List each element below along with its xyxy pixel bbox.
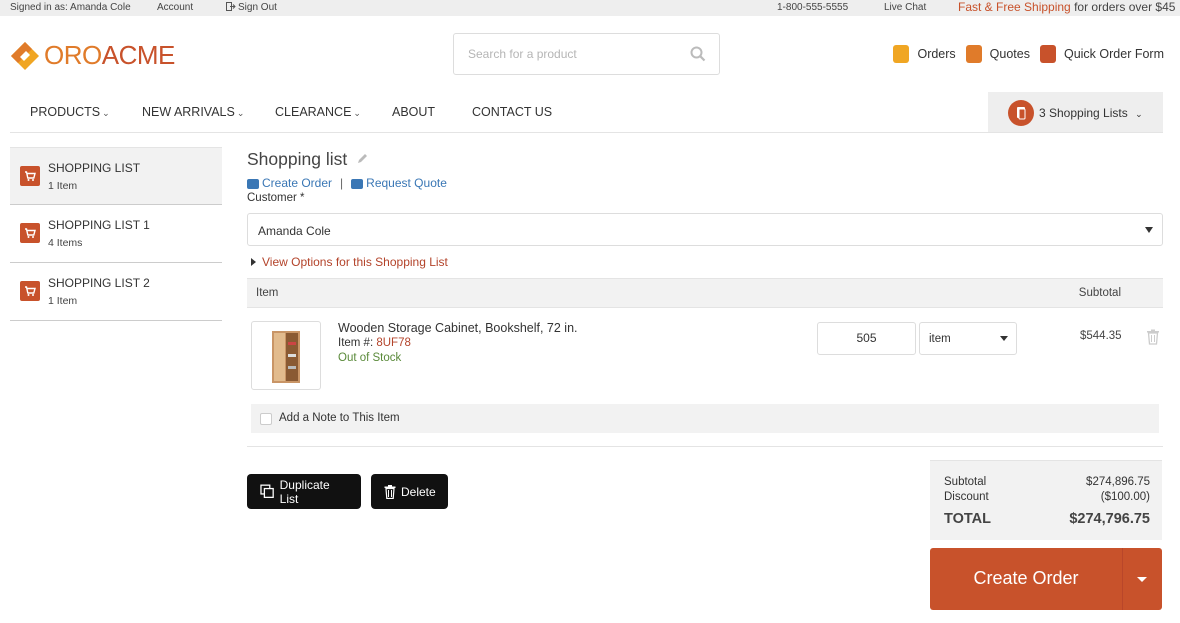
product-image[interactable] bbox=[251, 321, 321, 390]
sign-out-link[interactable]: Sign Out bbox=[226, 2, 277, 13]
stock-status: Out of Stock bbox=[338, 352, 402, 364]
nav-clearance[interactable]: CLEARANCE ⌄ bbox=[275, 105, 361, 119]
signed-in-text: Signed in as: Amanda Cole bbox=[10, 2, 131, 13]
customer-label: Customer * bbox=[247, 192, 305, 204]
orders-link[interactable]: Orders bbox=[893, 45, 956, 63]
orders-icon bbox=[893, 45, 910, 63]
sidebar-item-label: SHOPPING LIST bbox=[48, 161, 141, 175]
discount-label: Discount bbox=[944, 491, 989, 503]
search-icon[interactable] bbox=[690, 46, 706, 62]
create-order-link[interactable]: Create Order bbox=[247, 176, 332, 190]
shopping-lists-dropdown[interactable]: 3 Shopping Lists ⌄ bbox=[988, 92, 1163, 132]
cart-icon bbox=[20, 223, 40, 243]
product-sku: Item #: 8UF78 bbox=[338, 337, 411, 349]
quotes-icon bbox=[965, 45, 982, 63]
customer-select[interactable]: Amanda Cole bbox=[247, 213, 1163, 246]
nav-contact-us[interactable]: CONTACT US bbox=[472, 105, 552, 119]
column-header-item: Item bbox=[256, 287, 279, 299]
separator: | bbox=[340, 176, 344, 190]
duplicate-list-button[interactable]: Duplicate List bbox=[247, 474, 361, 509]
caret-right-icon bbox=[251, 258, 256, 266]
line-subtotal: $544.35 bbox=[1080, 330, 1122, 342]
view-options-toggle[interactable]: View Options for this Shopping List bbox=[251, 255, 448, 269]
delete-button[interactable]: Delete bbox=[371, 474, 448, 509]
logo-text: OROACME bbox=[44, 40, 175, 70]
quantity-input[interactable]: 505 bbox=[817, 322, 916, 355]
sidebar-item-count: 1 Item bbox=[48, 295, 78, 307]
chevron-down-icon: ⌄ bbox=[353, 108, 361, 118]
divider bbox=[247, 446, 1163, 447]
live-chat-link[interactable]: Live Chat bbox=[884, 2, 926, 13]
phone-number: 1-800-555-5555 bbox=[777, 2, 849, 13]
order-totals: Subtotal $274,896.75 Discount ($100.00) TO… bbox=[930, 460, 1162, 540]
sidebar-item-label: SHOPPING LIST 1 bbox=[48, 218, 150, 232]
add-note-row: Add a Note to This Item bbox=[251, 404, 1159, 433]
trash-icon bbox=[384, 484, 396, 499]
search-input[interactable] bbox=[468, 47, 678, 61]
copy-icon bbox=[260, 484, 274, 498]
edit-pencil-icon[interactable] bbox=[356, 152, 369, 165]
total-value: $274,796.75 bbox=[1069, 511, 1150, 527]
subtotal-label: Subtotal bbox=[944, 476, 987, 488]
chevron-down-icon: ⌄ bbox=[236, 108, 245, 118]
total-label: TOTAL bbox=[944, 511, 991, 527]
sidebar-item-shopping-list-1[interactable]: SHOPPING LIST 1 4 Items bbox=[10, 205, 222, 263]
logo-mark-icon bbox=[11, 41, 39, 70]
sign-out-icon bbox=[226, 2, 236, 11]
create-order-split-button: Create Order bbox=[930, 548, 1162, 610]
add-note-label[interactable]: Add a Note to This Item bbox=[279, 412, 400, 424]
shopping-list-icon bbox=[1008, 100, 1034, 126]
cart-icon bbox=[20, 166, 40, 186]
list-actions: Create Order | Request Quote bbox=[247, 176, 447, 190]
chevron-down-icon: ⌄ bbox=[102, 108, 110, 118]
request-quote-link[interactable]: Request Quote bbox=[351, 176, 447, 190]
sidebar-item-label: SHOPPING LIST 2 bbox=[48, 276, 150, 290]
sidebar-item-count: 4 Items bbox=[48, 237, 83, 249]
quotes-link[interactable]: Quotes bbox=[965, 45, 1030, 63]
sidebar-item-count: 1 Item bbox=[48, 180, 78, 192]
nav-about[interactable]: ABOUT bbox=[392, 105, 435, 119]
quick-order-icon bbox=[1039, 45, 1056, 63]
nav-products[interactable]: PRODUCTS ⌄ bbox=[30, 105, 110, 119]
caret-down-icon bbox=[1145, 227, 1153, 233]
shopping-lists-sidebar: SHOPPING LIST 1 Item SHOPPING LIST 1 4 I… bbox=[10, 147, 222, 321]
top-bar: Signed in as: Amanda Cole Account Sign O… bbox=[0, 0, 1180, 16]
sidebar-item-shopping-list-2[interactable]: SHOPPING LIST 2 1 Item bbox=[10, 263, 222, 321]
subtotal-value: $274,896.75 bbox=[1086, 476, 1150, 488]
header-links: Orders Quotes Quick Order Form bbox=[893, 45, 1164, 63]
create-order-button[interactable]: Create Order bbox=[930, 568, 1122, 589]
column-header-subtotal: Subtotal bbox=[1078, 287, 1121, 299]
shipping-promo: Fast & Free Shipping for orders over $45 bbox=[958, 0, 1176, 14]
trash-icon[interactable] bbox=[1146, 329, 1160, 345]
discount-value: ($100.00) bbox=[1100, 491, 1150, 503]
unit-select[interactable]: item bbox=[919, 322, 1017, 355]
table-header: Item Subtotal bbox=[247, 278, 1163, 308]
add-note-checkbox[interactable] bbox=[260, 413, 272, 425]
chevron-down-icon: ⌄ bbox=[1135, 109, 1143, 119]
logo[interactable]: OROACME bbox=[10, 40, 175, 71]
briefcase-icon bbox=[351, 178, 364, 189]
caret-down-icon bbox=[1000, 336, 1008, 341]
create-order-dropdown-toggle[interactable] bbox=[1123, 548, 1162, 610]
product-name-link[interactable]: Wooden Storage Cabinet, Bookshelf, 72 in… bbox=[338, 321, 578, 335]
sidebar-item-shopping-list[interactable]: SHOPPING LIST 1 Item bbox=[10, 147, 222, 205]
briefcase-icon bbox=[247, 178, 259, 189]
search-box bbox=[453, 33, 720, 75]
main-nav: PRODUCTS ⌄ NEW ARRIVALS ⌄ CLEARANCE ⌄ ABOUT… bbox=[10, 92, 1163, 133]
quick-order-form-link[interactable]: Quick Order Form bbox=[1039, 45, 1164, 63]
page-title: Shopping list bbox=[247, 149, 348, 169]
cart-icon bbox=[20, 281, 40, 301]
account-link[interactable]: Account bbox=[157, 2, 193, 13]
nav-new-arrivals[interactable]: NEW ARRIVALS ⌄ bbox=[142, 105, 244, 119]
